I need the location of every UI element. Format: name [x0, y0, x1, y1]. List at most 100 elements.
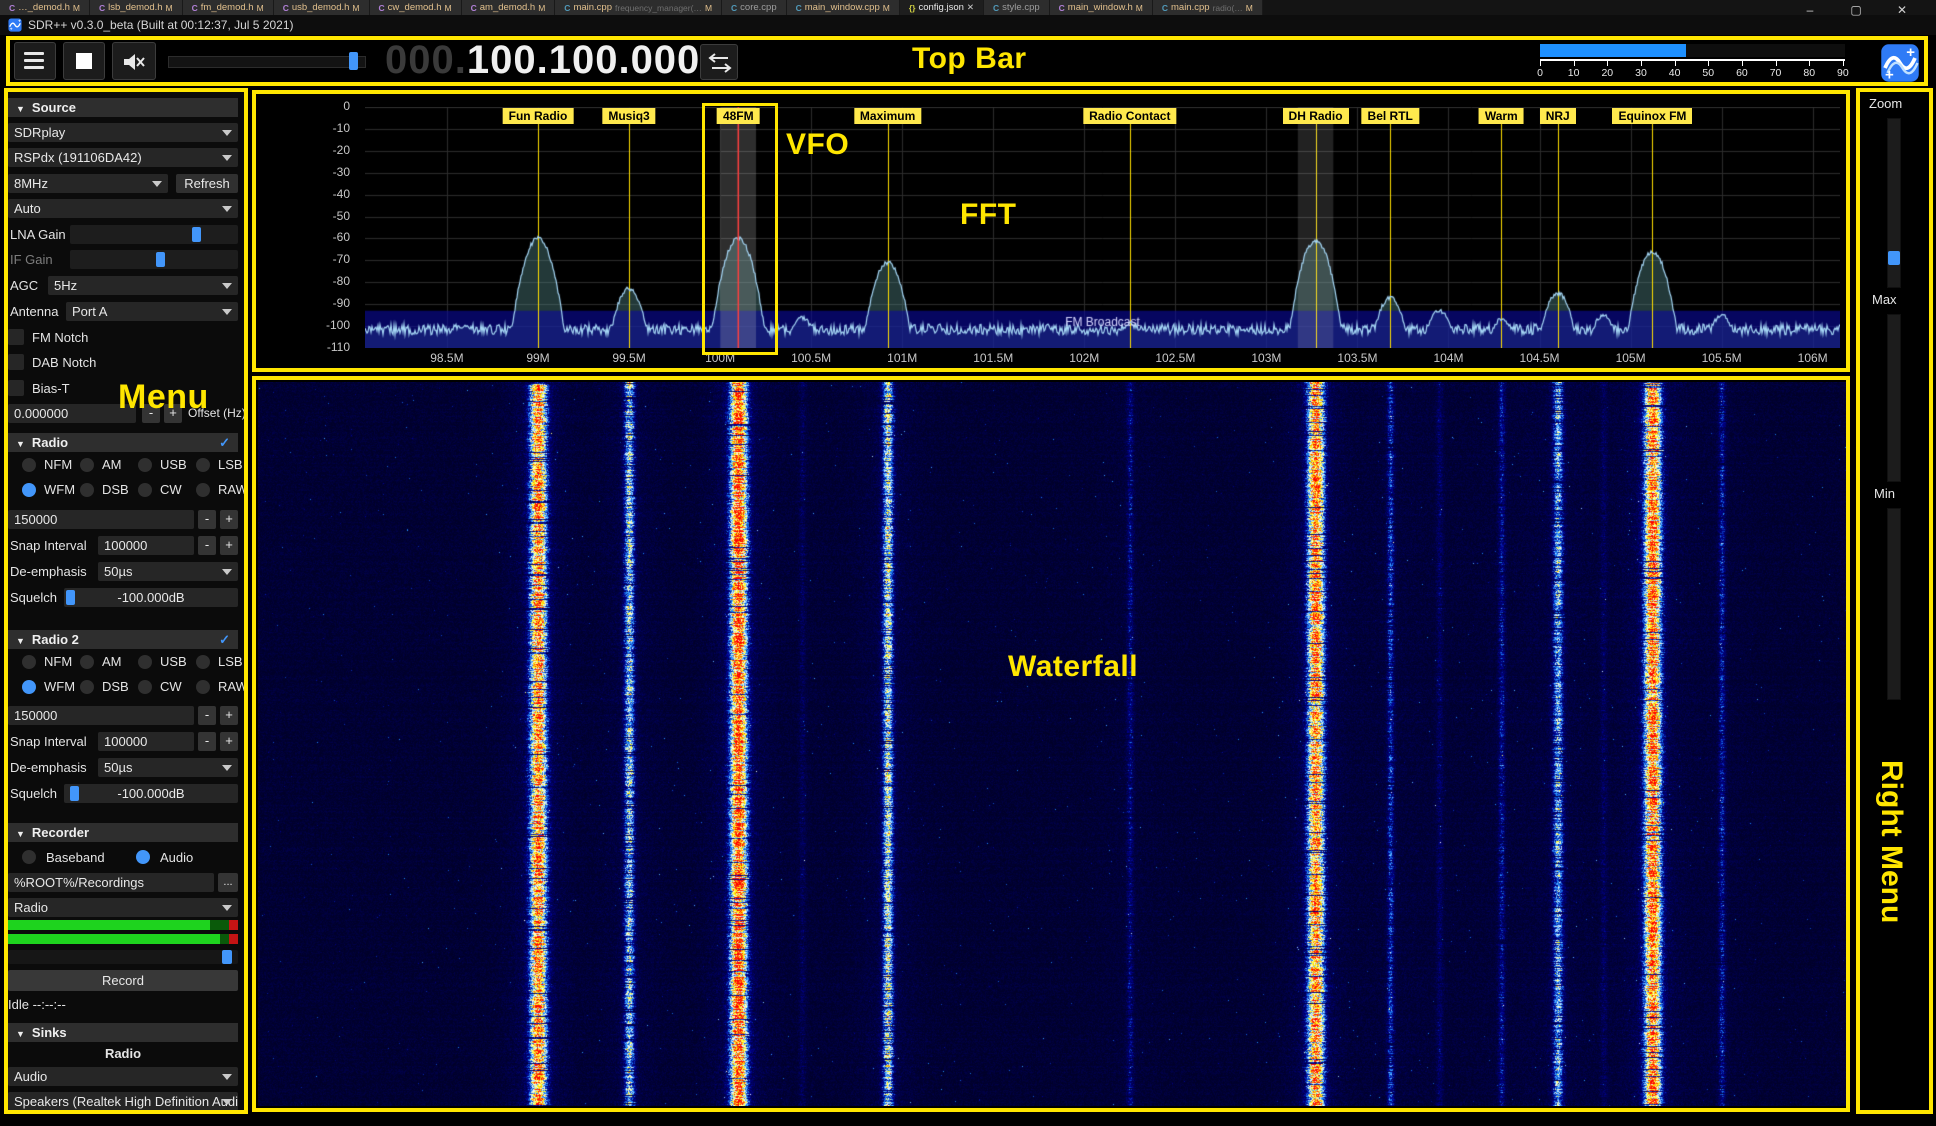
radio2-header[interactable]: ▼Radio 2✓ [8, 630, 238, 649]
snap-plus-button[interactable]: + [220, 536, 238, 555]
source-driver-select[interactable]: SDRplay [8, 123, 238, 142]
source-device-select[interactable]: RSPdx (191106DA42) [8, 148, 238, 167]
bandwidth-minus-button[interactable]: - [198, 510, 216, 529]
bias-t-checkbox[interactable] [8, 380, 24, 396]
editor-tab[interactable]: Cusb_demod.hM [274, 0, 370, 15]
station-label[interactable]: Bel RTL [1362, 108, 1419, 124]
snap-plus-button[interactable]: + [220, 732, 238, 751]
station-label[interactable]: Fun Radio [503, 108, 574, 124]
station-label[interactable]: Warm [1479, 108, 1524, 124]
editor-tab[interactable]: C…_demod.hM [0, 0, 90, 15]
max-slider[interactable] [1887, 314, 1901, 482]
mode-radio-lsb[interactable] [196, 458, 210, 472]
radio-bandwidth-input[interactable]: 150000 [8, 510, 194, 529]
mode-radio-am[interactable] [80, 655, 94, 669]
samplerate-select[interactable]: 8MHz [8, 174, 168, 193]
editor-tab[interactable]: Cmain_window.hM [1050, 0, 1153, 15]
radio-header[interactable]: ▼Radio✓ [8, 433, 238, 452]
close-button[interactable]: ✕ [1880, 0, 1924, 20]
editor-tab[interactable]: Cmain.cppradio(…M [1153, 0, 1263, 15]
mode-radio-am[interactable] [80, 458, 94, 472]
editor-tab-strip[interactable]: C…_demod.hMClsb_demod.hMCfm_demod.hMCusb… [0, 0, 1936, 15]
editor-tab[interactable]: Cstyle.cpp [984, 0, 1050, 15]
sink-device-select[interactable]: Speakers (Realtek High Definition Audio) [8, 1092, 238, 1110]
snap-minus-button[interactable]: - [198, 536, 216, 555]
mute-button[interactable] [112, 42, 156, 80]
mode-radio-raw[interactable] [196, 680, 210, 694]
recorder-volume-slider[interactable] [8, 950, 238, 964]
sinks-header[interactable]: ▼Sinks [8, 1023, 238, 1042]
waterfall[interactable] [258, 382, 1846, 1106]
mode-radio-wfm[interactable] [22, 483, 36, 497]
radio2-enabled-check-icon[interactable]: ✓ [219, 630, 230, 649]
mode-radio-dsb[interactable] [80, 483, 94, 497]
mode-radio-cw[interactable] [138, 483, 152, 497]
radio-squelch-slider[interactable]: -100.000dB [64, 588, 238, 607]
station-label[interactable]: DH Radio [1283, 108, 1349, 124]
bandwidth-plus-button[interactable]: + [220, 706, 238, 725]
editor-tab[interactable]: Ccw_demod.hM [370, 0, 462, 15]
editor-tab[interactable]: Ccore.cpp [722, 0, 787, 15]
radio2-bandwidth-input[interactable]: 150000 [8, 706, 194, 725]
agc-select[interactable]: 5Hz [48, 276, 238, 295]
minimize-button[interactable]: – [1788, 0, 1832, 20]
lna-gain-slider[interactable] [70, 225, 238, 244]
editor-tab[interactable]: Cmain_window.cppM [787, 0, 900, 15]
recorder-header[interactable]: ▼Recorder [8, 823, 238, 842]
station-label[interactable]: Musiq3 [602, 108, 655, 124]
radio-enabled-check-icon[interactable]: ✓ [219, 433, 230, 452]
fft-plot[interactable] [365, 107, 1840, 348]
maximize-button[interactable]: ▢ [1834, 0, 1878, 20]
close-icon[interactable]: ✕ [967, 2, 974, 13]
lna-gain-handle[interactable] [192, 227, 201, 242]
mode-radio-wfm[interactable] [22, 680, 36, 694]
mode-radio-lsb[interactable] [196, 655, 210, 669]
vfo-swap-button[interactable] [700, 44, 738, 80]
agc-mode-select[interactable]: Auto [8, 199, 238, 218]
radio-snap-input[interactable]: 100000 [98, 536, 194, 555]
refresh-button[interactable]: Refresh [176, 174, 238, 193]
window-title-bar[interactable]: ++ SDR++ v0.3.0_beta (Built at 00:12:37,… [0, 15, 1936, 35]
min-slider[interactable] [1887, 508, 1901, 700]
sink-type-select[interactable]: Audio [8, 1067, 238, 1086]
radio-deemphasis-select[interactable]: 50µs [98, 562, 238, 581]
audio-radio[interactable] [136, 850, 150, 864]
radio2-squelch-slider[interactable]: -100.000dB [64, 784, 238, 803]
mode-radio-usb[interactable] [138, 458, 152, 472]
editor-tab[interactable]: Clsb_demod.hM [90, 0, 183, 15]
bandwidth-plus-button[interactable]: + [220, 510, 238, 529]
if-gain-slider[interactable] [70, 250, 238, 269]
bandwidth-minus-button[interactable]: - [198, 706, 216, 725]
mode-radio-nfm[interactable] [22, 655, 36, 669]
baseband-radio[interactable] [22, 850, 36, 864]
station-label[interactable]: Equinox FM [1612, 108, 1692, 124]
editor-tab[interactable]: Cfm_demod.hM [183, 0, 274, 15]
mode-radio-raw[interactable] [196, 483, 210, 497]
offset-input[interactable]: 0.000000 [8, 404, 136, 423]
station-label[interactable]: NRJ [1540, 108, 1576, 124]
editor-tab[interactable]: {}config.json✕ [900, 0, 984, 15]
dab-notch-checkbox[interactable] [8, 354, 24, 370]
editor-tab[interactable]: Cam_demod.hM [462, 0, 556, 15]
recorder-stream-select[interactable]: Radio [8, 898, 238, 917]
mode-radio-usb[interactable] [138, 655, 152, 669]
station-label[interactable]: Maximum [854, 108, 921, 124]
radio-squelch-handle[interactable] [66, 590, 75, 605]
volume-slider-handle[interactable] [349, 52, 358, 70]
editor-tab[interactable]: Cmain.cppfrequency_manager(…M [555, 0, 722, 15]
snap-minus-button[interactable]: - [198, 732, 216, 751]
source-header[interactable]: ▼Source [8, 98, 238, 117]
fm-notch-checkbox[interactable] [8, 329, 24, 345]
stop-button[interactable] [63, 42, 105, 80]
volume-slider[interactable] [168, 56, 366, 68]
frequency-display[interactable]: 000.100.100.000 [385, 38, 700, 83]
radio2-snap-input[interactable]: 100000 [98, 732, 194, 751]
record-button[interactable]: Record [8, 970, 238, 991]
radio2-squelch-handle[interactable] [70, 786, 79, 801]
mode-radio-cw[interactable] [138, 680, 152, 694]
menu-toggle-button[interactable] [14, 42, 56, 80]
zoom-slider[interactable] [1887, 118, 1901, 288]
recorder-volume-handle[interactable] [222, 950, 232, 964]
antenna-select[interactable]: Port A [66, 302, 238, 321]
radio2-deemphasis-select[interactable]: 50µs [98, 758, 238, 777]
